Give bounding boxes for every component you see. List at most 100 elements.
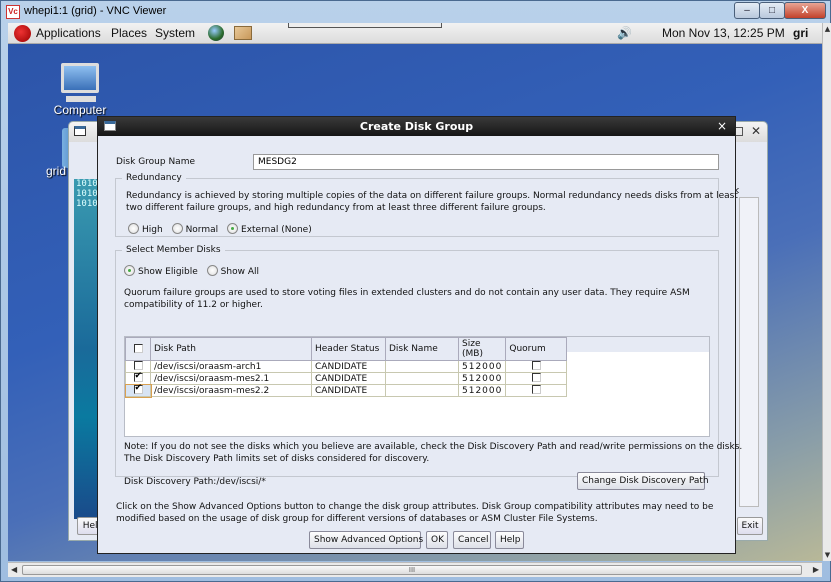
column-header-disk-name[interactable]: Disk Name bbox=[385, 337, 459, 361]
disk-name-cell[interactable] bbox=[385, 360, 459, 373]
redhat-logo-icon[interactable] bbox=[14, 25, 31, 42]
horizontal-scroll-thumb[interactable]: III bbox=[22, 565, 802, 575]
show-advanced-options-button[interactable]: Show Advanced Options bbox=[309, 531, 423, 549]
close-button[interactable]: X bbox=[784, 2, 826, 19]
desktop-icon-label: Computer bbox=[53, 103, 107, 117]
desktop-icon-computer[interactable]: Computer bbox=[50, 63, 110, 117]
menu-applications[interactable]: Applications bbox=[36, 26, 101, 40]
radio-button-icon bbox=[206, 265, 218, 276]
ok-button[interactable]: OK bbox=[426, 531, 448, 549]
computer-icon bbox=[61, 63, 99, 102]
vnc-window-title: whepi1:1 (grid) - VNC Viewer bbox=[24, 5, 167, 17]
row-select-checkbox[interactable] bbox=[133, 371, 143, 382]
menu-system[interactable]: System bbox=[155, 26, 195, 40]
clock[interactable]: Mon Nov 13, 12:25 PM bbox=[662, 26, 785, 40]
quorum-checkbox[interactable] bbox=[531, 361, 541, 370]
help-button[interactable]: Help bbox=[495, 531, 524, 549]
dialog-title: Create Disk Group bbox=[359, 120, 474, 133]
redundancy-options: High Normal External (None) bbox=[128, 223, 318, 235]
column-header-size[interactable]: Size (MB) bbox=[457, 337, 507, 361]
bg-content-panel bbox=[739, 197, 759, 507]
disk-path-cell: /dev/iscsi/oraasm-mes2.1 bbox=[150, 372, 312, 385]
disk-table[interactable]: Disk Path Header Status Disk Name Size (… bbox=[124, 336, 710, 437]
bg-exit-button[interactable]: Exit bbox=[737, 517, 763, 535]
change-discovery-path-button[interactable]: Change Disk Discovery Path bbox=[577, 472, 709, 490]
select-all-header[interactable] bbox=[125, 337, 151, 361]
radio-show-eligible[interactable]: Show Eligible bbox=[124, 265, 198, 277]
scroll-right-arrow-icon[interactable]: ▶ bbox=[813, 565, 819, 574]
column-header-header-status[interactable]: Header Status bbox=[311, 337, 386, 361]
radio-label: High bbox=[142, 225, 163, 235]
row-select-checkbox[interactable] bbox=[133, 361, 143, 370]
scroll-up-arrow-icon[interactable]: ▲ bbox=[823, 25, 831, 33]
advanced-options-note: modified based on the usage of disk grou… bbox=[116, 514, 598, 524]
table-header-row: Disk Path Header Status Disk Name Size (… bbox=[125, 337, 568, 361]
radio-normal[interactable]: Normal bbox=[171, 223, 219, 235]
discovery-path-label: Disk Discovery Path:/dev/iscsi/* bbox=[124, 477, 266, 487]
radio-label: Show Eligible bbox=[138, 267, 198, 277]
table-row[interactable]: /dev/iscsi/oraasm-mes2.2 CANDIDATE 51200… bbox=[124, 383, 568, 398]
maximize-button[interactable]: □ bbox=[759, 2, 785, 19]
scroll-left-arrow-icon[interactable]: ◀ bbox=[11, 565, 17, 574]
disk-filter-options: Show Eligible Show All bbox=[124, 265, 265, 277]
table-row[interactable]: /dev/iscsi/oraasm-mes2.1 CANDIDATE 51200… bbox=[125, 371, 568, 385]
window-icon bbox=[74, 126, 86, 136]
dialog-titlebar[interactable]: Create Disk Group × bbox=[98, 117, 735, 136]
mail-client-icon[interactable] bbox=[234, 26, 252, 40]
table-row[interactable]: /dev/iscsi/oraasm-arch1 CANDIDATE 512000 bbox=[125, 360, 568, 373]
volume-icon[interactable]: 🔊 bbox=[617, 26, 633, 40]
radio-button-selected-icon bbox=[124, 265, 135, 276]
advanced-options-note: Click on the Show Advanced Options butto… bbox=[116, 502, 714, 512]
disk-group-name-label: Disk Group Name bbox=[116, 157, 196, 167]
disk-path-cell: /dev/iscsi/oraasm-arch1 bbox=[150, 360, 312, 373]
scroll-down-arrow-icon[interactable]: ▼ bbox=[823, 551, 831, 559]
radio-button-selected-icon bbox=[227, 223, 239, 234]
cancel-button[interactable]: Cancel bbox=[453, 531, 491, 549]
create-disk-group-dialog: Create Disk Group × Disk Group Name Redu… bbox=[97, 116, 742, 554]
column-header-quorum[interactable]: Quorum bbox=[505, 337, 568, 361]
disk-name-cell[interactable] bbox=[385, 384, 459, 397]
quorum-note: compatibility of 11.2 or higher. bbox=[124, 300, 263, 310]
horizontal-scrollbar[interactable]: ◀ III ▶ bbox=[8, 562, 822, 577]
size-cell: 512000 bbox=[457, 372, 507, 385]
disk-name-cell[interactable] bbox=[385, 372, 459, 385]
size-cell: 512000 bbox=[457, 384, 507, 397]
member-disks-legend: Select Member Disks bbox=[126, 245, 221, 255]
disk-path-cell: /dev/iscsi/oraasm-mes2.2 bbox=[150, 384, 312, 397]
minimize-button[interactable]: – bbox=[734, 2, 760, 19]
radio-show-all[interactable]: Show All bbox=[206, 265, 259, 277]
radio-label: External (None) bbox=[241, 225, 312, 235]
header-status-cell: CANDIDATE bbox=[311, 372, 386, 385]
web-browser-icon[interactable] bbox=[208, 25, 224, 41]
radio-high[interactable]: High bbox=[128, 223, 163, 235]
close-icon[interactable]: × bbox=[717, 119, 727, 133]
header-status-cell: CANDIDATE bbox=[311, 384, 386, 397]
vnc-viewer-window: Vc whepi1:1 (grid) - VNC Viewer – □ X Ap… bbox=[0, 0, 831, 582]
menu-places[interactable]: Places bbox=[111, 26, 147, 40]
quorum-checkbox[interactable] bbox=[531, 385, 541, 394]
select-all-checkbox[interactable] bbox=[133, 343, 143, 353]
discovery-note: The Disk Discovery Path limits set of di… bbox=[124, 454, 430, 464]
quorum-checkbox[interactable] bbox=[531, 373, 541, 382]
row-select-checkbox[interactable] bbox=[133, 383, 143, 394]
vnc-logo-icon: Vc bbox=[6, 5, 20, 19]
column-header-disk-path[interactable]: Disk Path bbox=[150, 337, 312, 361]
discovery-note: Note: If you do not see the disks which … bbox=[124, 442, 743, 452]
panel-window-tab[interactable] bbox=[288, 23, 442, 28]
radio-label: Show All bbox=[220, 267, 259, 277]
remote-desktop[interactable]: Applications Places System 🔊 Mon Nov 13,… bbox=[8, 23, 822, 561]
size-cell: 512000 bbox=[457, 360, 507, 373]
radio-label: Normal bbox=[185, 225, 219, 235]
close-icon[interactable]: ✕ bbox=[751, 124, 761, 138]
redundancy-legend: Redundancy bbox=[126, 173, 182, 183]
vnc-titlebar[interactable]: Vc whepi1:1 (grid) - VNC Viewer – □ X bbox=[1, 1, 831, 23]
radio-button-icon bbox=[128, 223, 139, 234]
redundancy-description: Redundancy is achieved by storing multip… bbox=[126, 191, 738, 201]
radio-external[interactable]: External (None) bbox=[227, 223, 312, 235]
header-status-cell: CANDIDATE bbox=[311, 360, 386, 373]
quorum-note: Quorum failure groups are used to store … bbox=[124, 288, 690, 298]
user-menu[interactable]: gri bbox=[793, 26, 808, 40]
disk-group-name-input[interactable] bbox=[253, 154, 719, 170]
vertical-scrollbar[interactable]: ▲ ▼ bbox=[822, 23, 831, 561]
desktop-icon-label: grid bbox=[46, 164, 67, 178]
